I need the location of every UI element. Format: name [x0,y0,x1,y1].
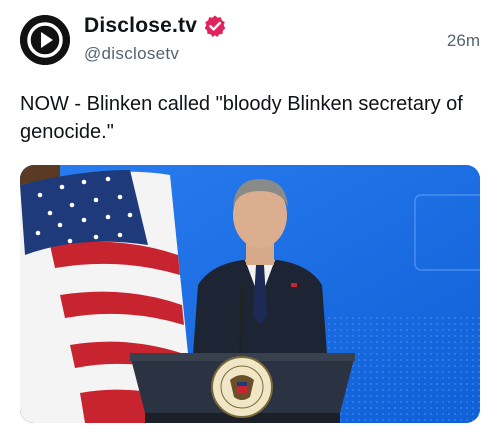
author-names: Disclose.tv @disclosetv [84,14,227,64]
play-logo-icon [20,15,70,65]
handle[interactable]: @disclosetv [84,44,227,64]
podium [130,353,355,423]
verified-badge-icon [204,15,226,37]
tweet-media-photo[interactable] [20,165,480,423]
microphone [238,284,244,356]
display-name[interactable]: Disclose.tv [84,14,197,38]
tweet-text: NOW - Blinken called "bloody Blinken sec… [20,93,463,143]
tweet-header: Disclose.tv @disclosetv 26m [0,0,500,80]
avatar[interactable] [20,15,70,65]
press-conference-photo [20,165,480,423]
timestamp[interactable]: 26m [447,31,480,51]
